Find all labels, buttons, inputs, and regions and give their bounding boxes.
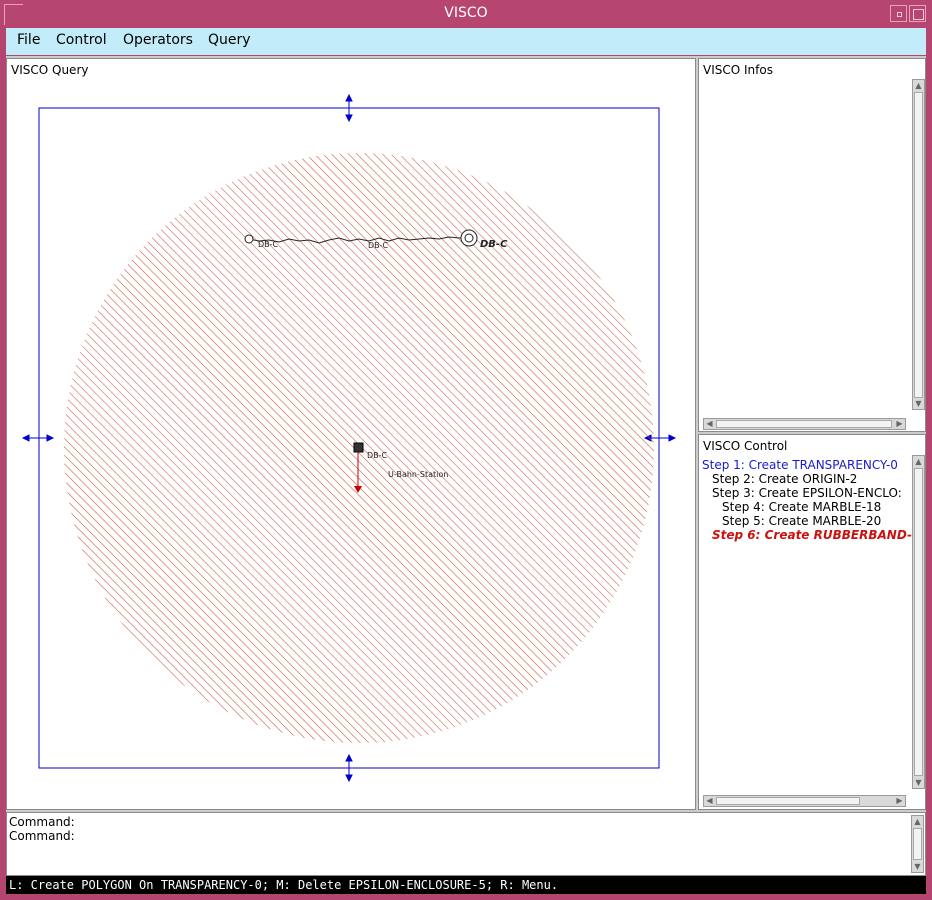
menu-file[interactable]: File <box>17 32 40 48</box>
scroll-down-icon[interactable]: ▼ <box>912 861 923 872</box>
command-line-1: Command: <box>9 815 75 829</box>
maximize-button[interactable] <box>909 5 926 22</box>
step-6[interactable]: Step 6: Create RUBBERBAND-2 <box>712 528 920 542</box>
menu-control[interactable]: Control <box>56 32 107 48</box>
title-bar[interactable]: VISCO <box>0 0 932 28</box>
step-5[interactable]: Step 5: Create MARBLE-20 <box>722 514 881 528</box>
line-start-node[interactable] <box>244 234 254 244</box>
control-hscroll-thumb[interactable] <box>716 797 860 805</box>
handle-left[interactable] <box>21 434 55 442</box>
scroll-up-icon[interactable]: ▲ <box>913 456 924 467</box>
query-pane: VISCO Query DB-C DB-C DB-C DB-C U-Bahn-S… <box>6 58 696 810</box>
infos-hscroll-thumb[interactable] <box>716 420 892 428</box>
scroll-down-icon[interactable]: ▼ <box>913 398 924 409</box>
client-area: VISCO Query DB-C DB-C DB-C DB-C U-Bahn-S… <box>6 56 926 894</box>
scroll-down-icon[interactable]: ▼ <box>913 777 924 788</box>
control-hscrollbar[interactable]: ◀ ▶ <box>703 795 906 807</box>
status-bar: L: Create POLYGON On TRANSPARENCY-0; M: … <box>6 876 926 894</box>
command-vscrollbar[interactable]: ▲ ▼ <box>911 815 924 873</box>
line-label-left: DB-C <box>258 240 279 249</box>
step-2[interactable]: Step 2: Create ORIGIN-2 <box>712 472 857 486</box>
control-pane: VISCO Control Step 1: Create TRANSPARENC… <box>698 434 926 810</box>
scroll-up-icon[interactable]: ▲ <box>912 816 923 827</box>
menu-bar: File Control Operators Query <box>6 28 926 55</box>
query-canvas[interactable]: DB-C DB-C DB-C DB-C U-Bahn-Station <box>7 59 695 809</box>
scroll-left-icon[interactable]: ◀ <box>704 796 715 806</box>
command-line-2: Command: <box>9 829 75 843</box>
infos-pane-label: VISCO Infos <box>703 63 773 77</box>
minimize-button[interactable] <box>890 5 907 22</box>
station-sublabel: U-Bahn-Station <box>388 470 448 479</box>
command-pane[interactable]: Command: Command: ▲ ▼ <box>6 812 926 876</box>
step-4[interactable]: Step 4: Create MARBLE-18 <box>722 500 881 514</box>
infos-vscrollbar[interactable]: ▲ ▼ <box>912 79 925 410</box>
command-vscroll-thumb[interactable] <box>913 828 922 860</box>
window-title: VISCO <box>444 5 488 21</box>
scroll-right-icon[interactable]: ▶ <box>894 796 905 806</box>
maximize-icon <box>913 9 924 20</box>
menu-operators[interactable]: Operators <box>123 32 193 48</box>
step-3[interactable]: Step 3: Create EPSILON-ENCLO: <box>712 486 902 500</box>
scroll-up-icon[interactable]: ▲ <box>913 80 924 91</box>
infos-pane: VISCO Infos ▲ ▼ ◀ ▶ <box>698 58 926 432</box>
line-end-node-inner <box>464 233 474 243</box>
control-pane-label: VISCO Control <box>703 439 788 453</box>
infos-vscroll-thumb[interactable] <box>914 92 923 398</box>
scroll-right-icon[interactable]: ▶ <box>894 419 905 429</box>
control-vscrollbar[interactable]: ▲ ▼ <box>912 455 925 789</box>
status-text: L: Create POLYGON On TRANSPARENCY-0; M: … <box>9 878 559 892</box>
infos-hscrollbar[interactable]: ◀ ▶ <box>703 418 906 430</box>
station-marker[interactable] <box>353 442 364 453</box>
station-label: DB-C <box>367 451 388 460</box>
step-1[interactable]: Step 1: Create TRANSPARENCY-0 <box>702 458 898 472</box>
line-label-mid: DB-C <box>368 241 389 250</box>
minimize-icon <box>897 12 902 17</box>
scroll-left-icon[interactable]: ◀ <box>704 419 715 429</box>
control-vscroll-thumb[interactable] <box>914 468 923 776</box>
visco-window: VISCO File Control Operators Query VISCO… <box>0 0 932 900</box>
menu-query[interactable]: Query <box>208 32 251 48</box>
line-label-right: DB-C <box>480 239 508 250</box>
